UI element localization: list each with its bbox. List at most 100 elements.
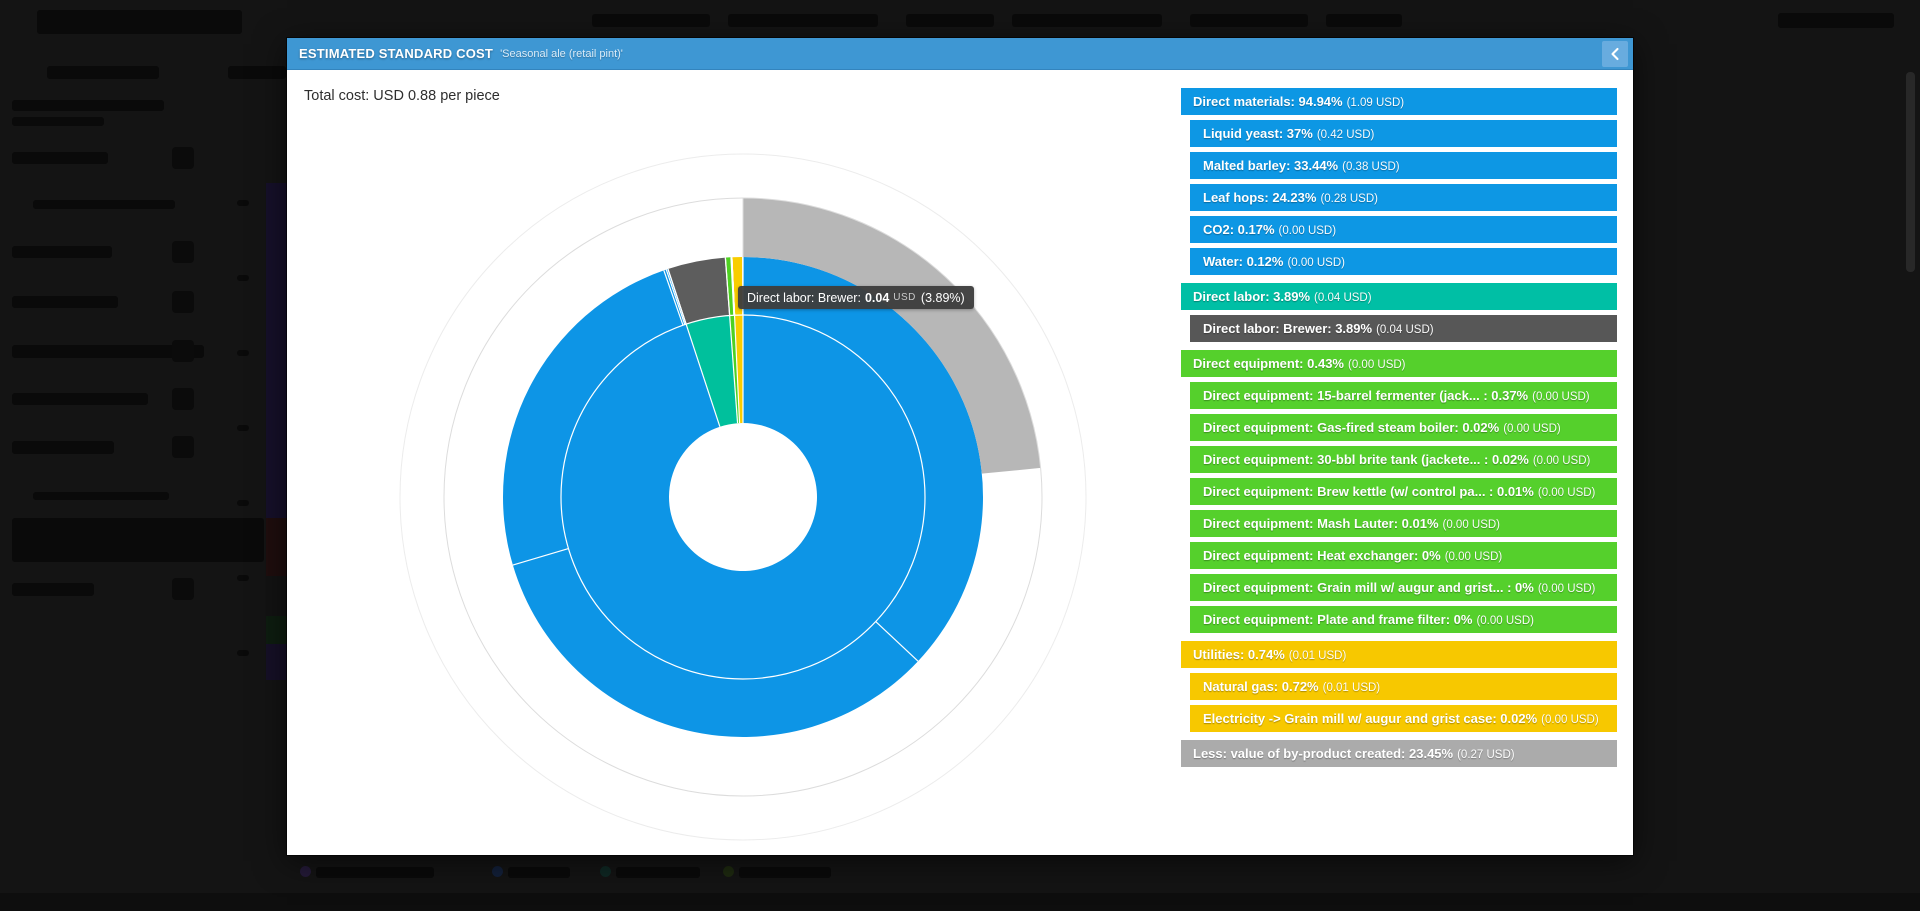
sidebar-item-placeholder (33, 492, 169, 500)
legend-row-direct-equipment-15-barrel-fermenter-jack-0-37[interactable]: Direct equipment: 15-barrel fermenter (j… (1190, 382, 1617, 409)
axis-tick-placeholder (237, 650, 249, 656)
legend-row-value: (0.00 USD) (1348, 359, 1406, 371)
legend-row-value: (0.04 USD) (1376, 324, 1434, 336)
legend-row-direct-equipment-gas-fired-steam-boiler-0-02[interactable]: Direct equipment: Gas-fired steam boiler… (1190, 414, 1617, 441)
background-legend-dot (723, 866, 734, 877)
chevron-left-icon (1608, 47, 1622, 61)
legend-row-direct-equipment-30-bbl-brite-tank-jackete-0-02[interactable]: Direct equipment: 30-bbl brite tank (jac… (1190, 446, 1617, 473)
legend-row-value: (0.00 USD) (1287, 257, 1345, 269)
legend-row-direct-equipment-plate-and-frame-filter-0[interactable]: Direct equipment: Plate and frame filter… (1190, 606, 1617, 633)
sidebar-item-placeholder (12, 296, 118, 308)
modal-header: ESTIMATED STANDARD COST 'Seasonal ale (r… (287, 38, 1633, 70)
legend-row-value: (0.38 USD) (1342, 161, 1400, 173)
legend-row-value: (0.00 USD) (1442, 519, 1501, 531)
legend-row-label: Natural gas: 0.72% (1203, 679, 1319, 694)
background-chart-bar (266, 644, 287, 680)
legend-row-liquid-yeast-37[interactable]: Liquid yeast: 37% (0.42 USD) (1190, 120, 1617, 147)
legend-row-direct-equipment-0-43[interactable]: Direct equipment: 0.43% (0.00 USD) (1181, 350, 1617, 377)
modal-subtitle: 'Seasonal ale (retail pint)' (500, 47, 623, 60)
tooltip-currency: USD (893, 292, 916, 303)
sidebar-item-placeholder (12, 393, 148, 405)
chart-tooltip: Direct labor: Brewer: 0.04 USD (3.89%) (738, 286, 974, 309)
legend-row-co2-0-17[interactable]: CO2: 0.17% (0.00 USD) (1190, 216, 1617, 243)
sidebar-item-placeholder (12, 152, 108, 164)
legend-row-natural-gas-0-72[interactable]: Natural gas: 0.72% (0.01 USD) (1190, 673, 1617, 700)
tooltip-percent: (3.89%) (920, 290, 965, 305)
top-nav-placeholder (1012, 14, 1162, 27)
legend-row-label: Liquid yeast: 37% (1203, 126, 1313, 141)
axis-tick-placeholder (237, 350, 249, 356)
legend-row-value: (0.00 USD) (1444, 551, 1503, 563)
sidebar-item-placeholder (12, 100, 164, 111)
tooltip-label: Direct labor: Brewer: (747, 290, 861, 305)
legend-row-label: Direct labor: Brewer: 3.89% (1203, 321, 1373, 336)
legend-row-label: Direct equipment: Heat exchanger: 0% (1203, 548, 1441, 563)
legend-row-direct-materials-94-94[interactable]: Direct materials: 94.94% (1.09 USD) (1181, 88, 1617, 115)
legend-group: Less: value of by-product created: 23.45… (1181, 740, 1617, 767)
legend-row-leaf-hops-24-23[interactable]: Leaf hops: 24.23% (0.28 USD) (1190, 184, 1617, 211)
legend-row-label: Direct equipment: Plate and frame filter… (1203, 612, 1473, 627)
axis-tick-placeholder (237, 500, 249, 506)
legend-row-label: Utilities: 0.74% (1193, 647, 1285, 662)
axis-tick-placeholder (237, 200, 249, 206)
legend-group: Direct materials: 94.94% (1.09 USD) Liquid… (1181, 88, 1617, 275)
legend-row-malted-barley-33-44[interactable]: Malted barley: 33.44% (0.38 USD) (1190, 152, 1617, 179)
legend-row-value: (0.00 USD) (1537, 583, 1596, 595)
legend-row-value: (0.00 USD) (1541, 714, 1599, 726)
legend-row-value: (0.00 USD) (1537, 487, 1596, 499)
background-legend-label-placeholder (316, 867, 434, 878)
legend-row-label: Direct equipment: 15-barrel fermenter (j… (1203, 388, 1529, 403)
background-chart-bar (266, 518, 287, 576)
background-legend-label-placeholder (616, 867, 700, 878)
legend-row-label: Direct equipment: Brew kettle (w/ contro… (1203, 484, 1534, 499)
legend-row-label: Direct materials: 94.94% (1193, 94, 1343, 109)
axis-tick-placeholder (237, 275, 249, 281)
legend-row-label: Water: 0.12% (1203, 254, 1284, 269)
legend-row-direct-equipment-grain-mill-w-augur-and-grist-0[interactable]: Direct equipment: Grain mill w/ augur an… (1190, 574, 1617, 601)
estimated-standard-cost-modal: ESTIMATED STANDARD COST 'Seasonal ale (r… (287, 38, 1633, 855)
sidebar-item-placeholder (12, 441, 114, 454)
legend-row-value: (0.00 USD) (1532, 391, 1590, 403)
legend-row-label: Less: value of by-product created: 23.45… (1193, 746, 1454, 761)
legend-row-value: (0.00 USD) (1278, 225, 1337, 237)
scrollbar-thumb (1906, 72, 1915, 272)
background-legend-dot (300, 866, 311, 877)
legend-row-water-0-12[interactable]: Water: 0.12% (0.00 USD) (1190, 248, 1617, 275)
legend-row-value: (0.04 USD) (1314, 292, 1372, 304)
legend-row-less-value-of-by-product-created-23-45[interactable]: Less: value of by-product created: 23.45… (1181, 740, 1617, 767)
legend-row-value: (0.28 USD) (1320, 193, 1378, 205)
legend-row-label: Electricity -> Grain mill w/ augur and g… (1203, 711, 1538, 726)
sidebar-item-placeholder (12, 583, 94, 596)
tooltip-value: 0.04 (864, 290, 890, 305)
legend-group: Direct labor: 3.89% (0.04 USD) Direct labo… (1181, 283, 1617, 342)
background-chart-bar (266, 183, 287, 518)
legend-group: Direct equipment: 0.43% (0.00 USD) Direct … (1181, 350, 1617, 633)
top-nav-placeholder (1326, 14, 1402, 27)
modal-title: ESTIMATED STANDARD COST (299, 46, 494, 61)
legend-row-utilities-0-74[interactable]: Utilities: 0.74% (0.01 USD) (1181, 641, 1617, 668)
sidebar-item-placeholder (33, 200, 175, 209)
back-button[interactable] (1602, 41, 1628, 67)
legend-row-direct-labor-3-89[interactable]: Direct labor: 3.89% (0.04 USD) (1181, 283, 1617, 310)
legend-row-value: (0.01 USD) (1322, 682, 1381, 694)
tab-placeholder (47, 66, 159, 79)
sidebar-lock-icon (172, 241, 194, 263)
legend-row-electricity-grain-mill-w-augur-and-grist-case-0-02[interactable]: Electricity -> Grain mill w/ augur and g… (1190, 705, 1617, 732)
legend-row-value: (1.09 USD) (1346, 97, 1405, 109)
top-nav-placeholder (728, 14, 878, 27)
background-legend-label-placeholder (508, 867, 570, 878)
sidebar-lock-icon (172, 388, 194, 410)
legend-row-direct-equipment-brew-kettle-w-control-pa-0-01[interactable]: Direct equipment: Brew kettle (w/ contro… (1190, 478, 1617, 505)
legend-row-label: Direct equipment: 30-bbl brite tank (jac… (1203, 452, 1529, 467)
legend-row-value: (0.00 USD) (1503, 423, 1561, 435)
page-footer-placeholder (0, 893, 1920, 911)
app-logo-placeholder (37, 10, 242, 34)
top-nav-placeholder (1190, 14, 1308, 27)
background-chart-bar (266, 576, 287, 616)
sidebar-lock-icon (172, 291, 194, 313)
tab-placeholder (228, 66, 286, 79)
legend-row-direct-labor-brewer-3-89[interactable]: Direct labor: Brewer: 3.89% (0.04 USD) (1190, 315, 1617, 342)
legend-row-direct-equipment-mash-lauter-0-01[interactable]: Direct equipment: Mash Lauter: 0.01% (0.0… (1190, 510, 1617, 537)
legend-row-direct-equipment-heat-exchanger-0[interactable]: Direct equipment: Heat exchanger: 0% (0.0… (1190, 542, 1617, 569)
chart-legend: Direct materials: 94.94% (1.09 USD) Liquid… (1181, 88, 1617, 775)
